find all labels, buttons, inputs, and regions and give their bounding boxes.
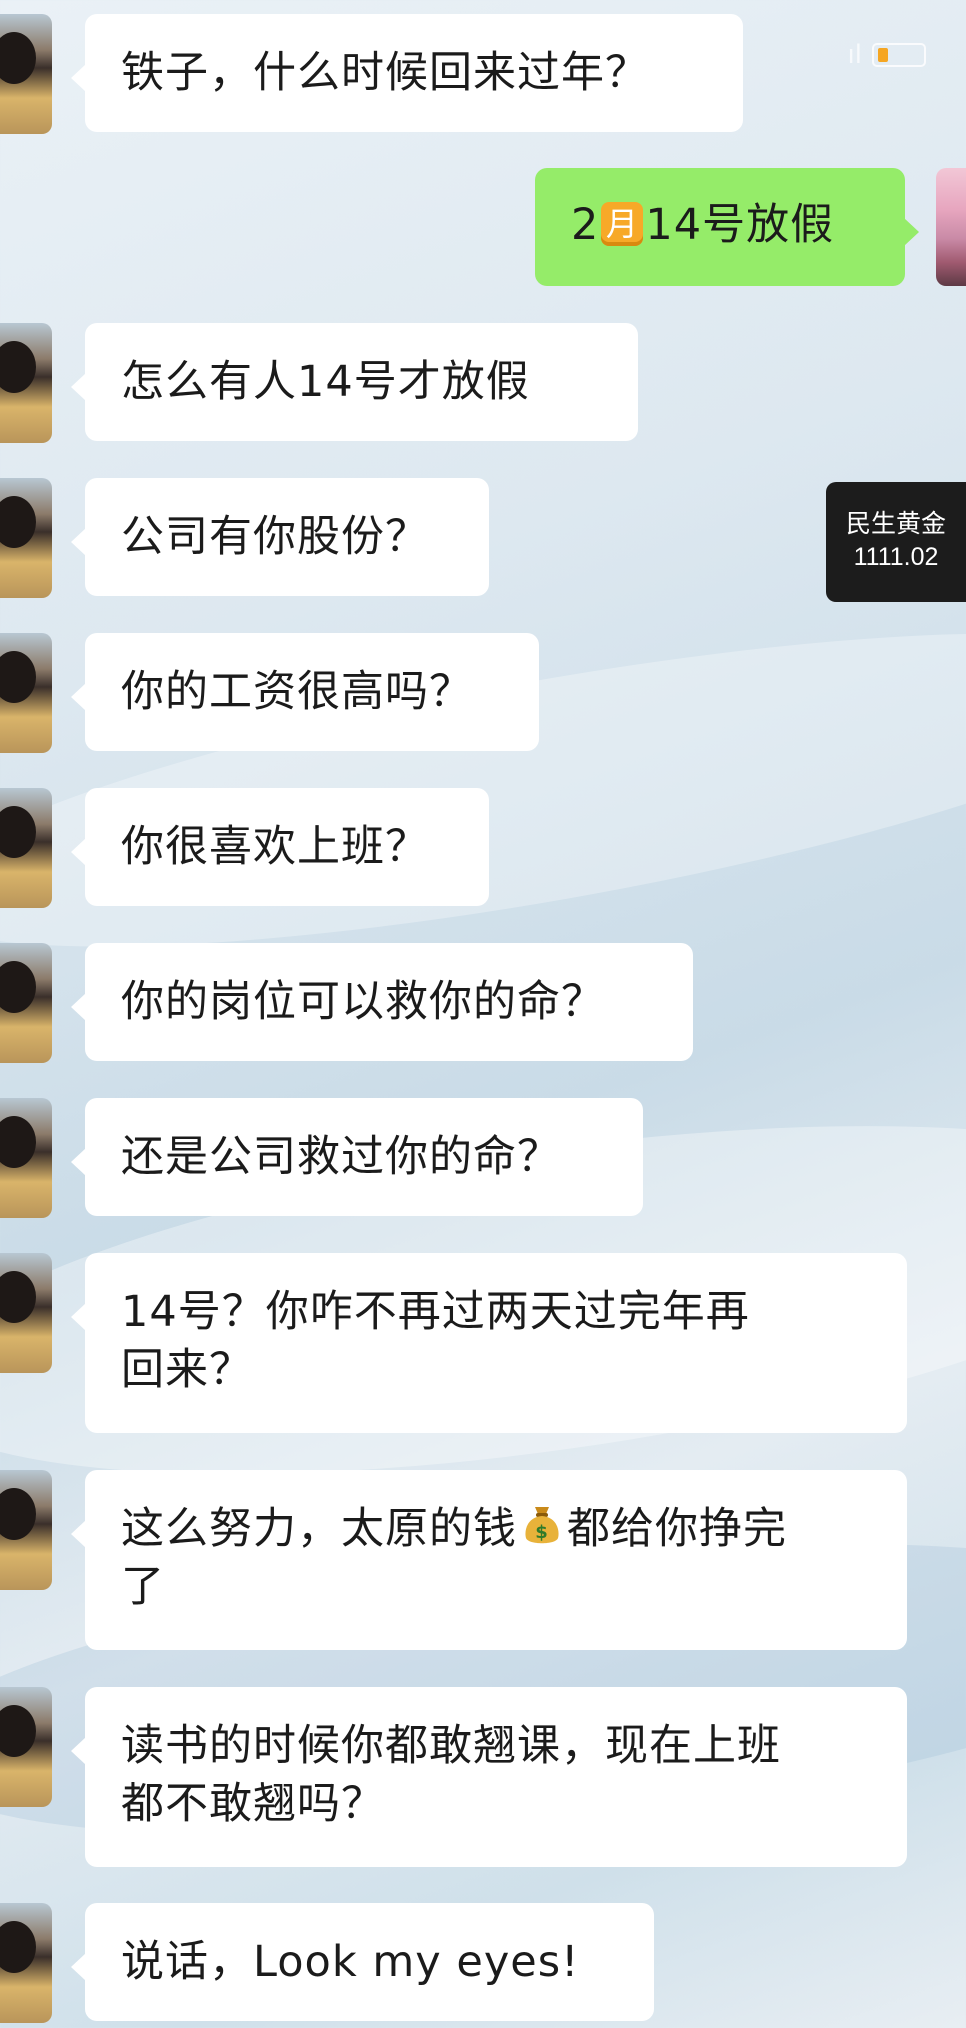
message-text-line: 读书的时候你都敢翘课，现在上班 xyxy=(121,1721,781,1771)
month-icon: 月 xyxy=(601,202,644,246)
friend-avatar[interactable] xyxy=(0,478,52,598)
message-text: 公司有你股份？ xyxy=(121,512,429,562)
message-text-line: 回来？ xyxy=(121,1345,253,1395)
message-bubble[interactable]: 这么努力，太原的钱 $ 都给你挣完 了 xyxy=(71,1470,907,1650)
message-text-line: 都不敢翘吗？ xyxy=(121,1779,385,1829)
friend-avatar[interactable] xyxy=(0,1687,52,1807)
message-text: 怎么有人14号才放假 xyxy=(121,357,530,407)
friend-avatar[interactable] xyxy=(0,1470,52,1590)
self-message-bubble[interactable]: 2 月 14号放假 xyxy=(535,168,919,286)
friend-avatar[interactable] xyxy=(0,788,52,908)
battery-icon xyxy=(872,43,926,67)
message-text: 还是公司救过你的命？ xyxy=(121,1132,561,1182)
signal-icon: ıl xyxy=(847,40,862,70)
svg-text:$: $ xyxy=(535,1522,549,1543)
friend-avatar[interactable] xyxy=(0,1253,52,1373)
money-bag-icon: $ xyxy=(525,1507,559,1544)
gold-price-ticker[interactable]: 民生黄金 1111.02 xyxy=(826,482,966,602)
message-bubble[interactable]: 你的工资很高吗？ xyxy=(71,633,539,751)
message-text-line: 了 xyxy=(121,1562,165,1612)
message-text: 你的工资很高吗？ xyxy=(121,667,473,717)
message-text: 铁子，什么时候回来过年？ xyxy=(121,48,649,98)
friend-avatar[interactable] xyxy=(0,633,52,753)
message-text: 你的岗位可以救你的命？ xyxy=(121,977,605,1027)
friend-avatar[interactable] xyxy=(0,1098,52,1218)
message-bubble[interactable]: 还是公司救过你的命？ xyxy=(71,1098,643,1216)
friend-avatar[interactable] xyxy=(0,14,52,134)
message-text-line: 这么努力，太原的钱 $ 都给你挣完 xyxy=(121,1500,877,1558)
message-bubble[interactable]: 读书的时候你都敢翘课，现在上班 都不敢翘吗？ xyxy=(71,1687,907,1867)
friend-avatar[interactable] xyxy=(0,1903,52,2023)
message-text: 你很喜欢上班？ xyxy=(121,822,429,872)
friend-avatar[interactable] xyxy=(0,323,52,443)
message-text-line: 14号？你咋不再过两天过完年再 xyxy=(121,1287,750,1337)
message-bubble[interactable]: 铁子，什么时候回来过年？ xyxy=(71,14,743,132)
message-bubble[interactable]: 怎么有人14号才放假 xyxy=(71,323,638,441)
message-bubble[interactable]: 你的岗位可以救你的命？ xyxy=(71,943,693,1061)
status-bar: ıl xyxy=(848,40,926,70)
message-bubble[interactable]: 说话，Look my eyes! xyxy=(71,1903,654,2021)
message-text: 说话，Look my eyes! xyxy=(121,1937,580,1987)
message-text: 2 月 14号放假 xyxy=(571,200,835,250)
ticker-name: 民生黄金 xyxy=(845,510,946,538)
message-bubble[interactable]: 你很喜欢上班？ xyxy=(71,788,489,906)
message-bubble[interactable]: 14号？你咋不再过两天过完年再 回来？ xyxy=(71,1253,907,1433)
ticker-price: 1111.02 xyxy=(853,543,939,571)
self-avatar[interactable] xyxy=(936,168,966,286)
friend-avatar[interactable] xyxy=(0,943,52,1063)
message-bubble[interactable]: 公司有你股份？ xyxy=(71,478,489,596)
